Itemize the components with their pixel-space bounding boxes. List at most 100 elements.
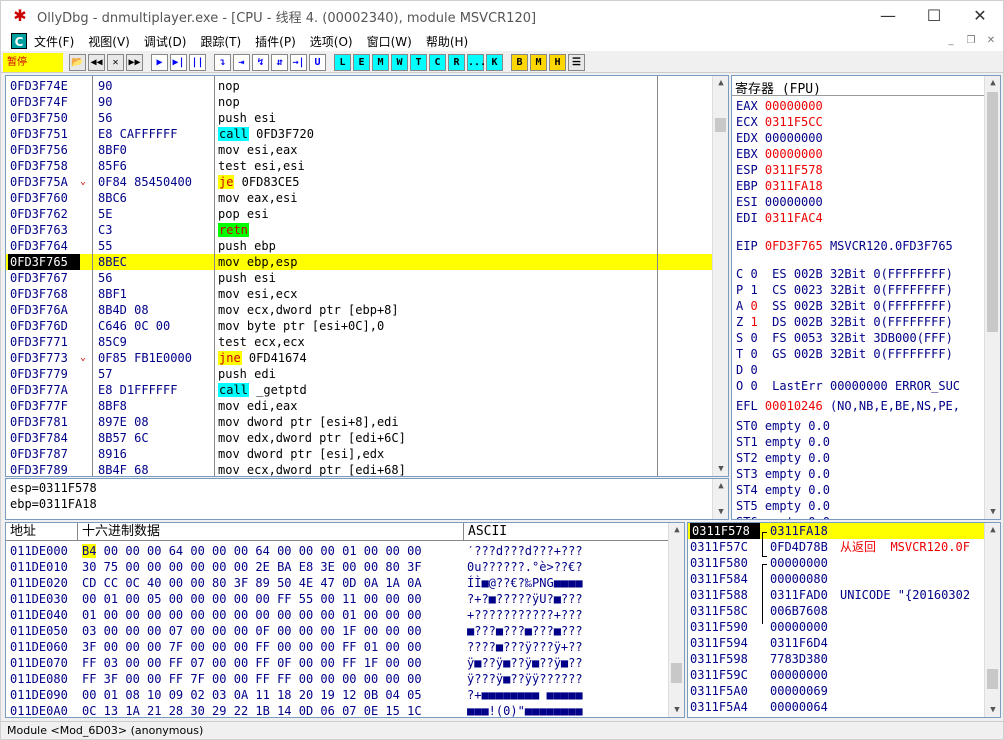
call-stack-window-button[interactable]: K — [486, 53, 503, 71]
breakpoints-window-button[interactable]: B — [511, 53, 528, 71]
pause-button[interactable]: || — [189, 53, 206, 71]
close-button[interactable]: ✕ — [957, 1, 1003, 31]
register-row[interactable]: EAX 00000000 — [736, 98, 823, 114]
run-trace-window-button[interactable]: ... — [467, 53, 486, 71]
disasm-row[interactable]: 0FD3F75A ⌄ 0F84 85450400 je 0FD83CE5 — [6, 174, 713, 190]
register-value[interactable]: 00000000 — [765, 131, 823, 145]
register-value[interactable]: 0311FAC4 — [765, 211, 823, 225]
flag-value[interactable]: 0 — [750, 347, 757, 361]
stack-row[interactable]: 0311F580 00000000 — [688, 555, 985, 571]
register-value[interactable]: 00010246 — [765, 399, 823, 413]
disassembly-pane[interactable]: 0FD3F74E 90 nop 0FD3F74F 90 nop 0FD3F750 56 push… — [5, 75, 729, 477]
disasm-row[interactable]: 0FD3F789 8B4F 68 mov ecx,dword ptr [edi+68… — [6, 462, 713, 476]
register-value[interactable]: 00000000 — [765, 195, 823, 209]
dump-ascii-header[interactable]: ASCII — [464, 523, 669, 541]
flag-value[interactable]: 0 — [750, 267, 757, 281]
stack-top-row[interactable]: 0311F578 0311FA18 — [688, 523, 985, 539]
dump-hex-header[interactable]: 十六进制数据 — [78, 523, 464, 541]
minimize-button[interactable]: — — [865, 1, 911, 31]
flag-row[interactable]: Z 1 DS 002B 32Bit 0(FFFFFFFF) — [736, 314, 953, 330]
disasm-row[interactable]: 0FD3F764 55 push ebp — [6, 238, 713, 254]
disasm-row[interactable]: 0FD3F779 57 push edi — [6, 366, 713, 382]
registers-header[interactable]: 寄存器 (FPU) — [732, 76, 985, 97]
stack-row[interactable]: 0311F590 00000000 — [688, 619, 985, 635]
menu-window[interactable]: 窗口(W) — [367, 33, 412, 50]
cpu-window-icon[interactable]: C — [11, 33, 27, 49]
register-value[interactable]: 0311F578 — [765, 163, 823, 177]
menu-trace[interactable]: 跟踪(T) — [200, 33, 241, 50]
flag-value[interactable]: 1 — [750, 315, 757, 329]
scroll-up-arrow-icon[interactable]: ▲ — [713, 76, 728, 90]
register-value[interactable]: 00000000 — [765, 99, 823, 113]
disasm-row[interactable]: 0FD3F77F 8BF8 mov edi,eax — [6, 398, 713, 414]
stack-row[interactable]: 0311F5A0 00000069 — [688, 683, 985, 699]
executables-window-button[interactable]: E — [353, 53, 370, 71]
terminate-button[interactable]: ✕ — [107, 53, 124, 71]
disasm-row[interactable]: 0FD3F750 56 push esi — [6, 110, 713, 126]
disasm-row[interactable]: 0FD3F771 85C9 test ecx,ecx — [6, 334, 713, 350]
restart-button[interactable]: ◀◀ — [88, 53, 105, 71]
flag-row[interactable]: O 0 LastErr 00000000 ERROR_SUC — [736, 378, 967, 394]
scroll-thumb[interactable] — [715, 118, 726, 132]
fpu-row[interactable]: ST0 empty 0.0 — [736, 418, 830, 434]
windows-window-button[interactable]: W — [391, 53, 408, 71]
menu-plugins[interactable]: 插件(P) — [255, 33, 296, 50]
execute-till-return-button[interactable]: →| — [290, 53, 307, 71]
stack-row[interactable]: 0311F5A4 00000064 — [688, 699, 985, 715]
flag-row[interactable]: P 1 CS 0023 32Bit 0(FFFFFFFF) — [736, 282, 953, 298]
list-icon[interactable]: ☰ — [568, 53, 585, 71]
fpu-row[interactable]: ST6 empty 0.0 — [736, 514, 830, 519]
register-row[interactable]: EDI 0311FAC4 — [736, 210, 823, 226]
register-value[interactable]: 00000000 — [765, 147, 823, 161]
flag-value[interactable]: 0 — [750, 379, 757, 393]
dump-address-header[interactable]: 地址 — [6, 523, 78, 541]
threads-window-button[interactable]: T — [410, 53, 427, 71]
flag-row[interactable]: D 0 — [736, 362, 794, 378]
stack-row[interactable]: 0311F59C 00000000 — [688, 667, 985, 683]
stack-row[interactable]: 0311F594 0311F6D4 — [688, 635, 985, 651]
stack-row[interactable]: 0311F58C 006B7608 — [688, 603, 985, 619]
register-value[interactable]: 0311FA18 — [765, 179, 823, 193]
register-row[interactable]: EDX 00000000 — [736, 130, 823, 146]
stack-row[interactable]: 0311F588 0311FAD0 UNICODE "{20160302 — [688, 587, 985, 603]
disasm-row[interactable]: 0FD3F751 E8 CAFFFFFF call 0FD3F720 — [6, 126, 713, 142]
flag-value[interactable]: 0 — [750, 363, 757, 377]
register-row[interactable]: EBX 00000000 — [736, 146, 823, 162]
disasm-row[interactable]: 0FD3F768 8BF1 mov esi,ecx — [6, 286, 713, 302]
stack-pane[interactable]: 0311F578 0311FA18 0311F57C 0FD4D78B 从返回 MSVC… — [687, 522, 1001, 718]
cpu-window-button[interactable]: C — [429, 53, 446, 71]
child-close-button[interactable]: ✕ — [983, 33, 999, 49]
step-over-button[interactable]: ⇥ — [233, 53, 250, 71]
flag-row[interactable]: T 0 GS 002B 32Bit 0(FFFFFFFF) — [736, 346, 953, 362]
flag-row[interactable]: S 0 FS 0053 32Bit 3DB000(FFF) — [736, 330, 953, 346]
child-minimize-button[interactable]: _ — [943, 33, 959, 49]
disasm-row[interactable]: 0FD3F767 56 push esi — [6, 270, 713, 286]
child-restore-button[interactable]: ❐ — [963, 33, 979, 49]
menu-help[interactable]: 帮助(H) — [426, 33, 468, 50]
registers-pane[interactable]: 寄存器 (FPU) EAX 00000000 ECX 0311F5CC EDX 00… — [731, 75, 1001, 520]
dump-selected-byte[interactable]: B4 — [82, 544, 97, 558]
menu-file[interactable]: 文件(F) — [34, 33, 74, 50]
disasm-row[interactable]: 0FD3F787 8916 mov dword ptr [esi],edx — [6, 446, 713, 462]
disasm-row[interactable]: 0FD3F756 8BF0 mov esi,eax — [6, 142, 713, 158]
disasm-row[interactable]: 0FD3F762 5E pop esi — [6, 206, 713, 222]
current-instruction-row[interactable]: 0FD3F765 8BEC mov ebp,esp — [6, 254, 713, 270]
execute-till-user-code-button[interactable]: U — [309, 53, 326, 71]
stack-row[interactable]: 0311F598 7783D380 — [688, 651, 985, 667]
forward-button[interactable]: ▶▶ — [126, 53, 143, 71]
disasm-row[interactable]: 0FD3F781 897E 08 mov dword ptr [esi+8],edi — [6, 414, 713, 430]
flag-row[interactable]: C 0 ES 002B 32Bit 0(FFFFFFFF) — [736, 266, 953, 282]
menu-options[interactable]: 选项(O) — [310, 33, 353, 50]
disasm-row[interactable]: 0FD3F76A 8B4D 08 mov ecx,dword ptr [ebp+8] — [6, 302, 713, 318]
fpu-row[interactable]: ST3 empty 0.0 — [736, 466, 830, 482]
disasm-row[interactable]: 0FD3F74E 90 nop — [6, 78, 713, 94]
references-window-button[interactable]: R — [448, 53, 465, 71]
maximize-button[interactable]: ☐ — [911, 1, 957, 31]
register-row[interactable]: EBP 0311FA18 — [736, 178, 823, 194]
fpu-row[interactable]: ST5 empty 0.0 — [736, 498, 830, 514]
register-row[interactable]: ECX 0311F5CC — [736, 114, 823, 130]
stack-row[interactable]: 0311F584 00000080 — [688, 571, 985, 587]
stack-row[interactable]: 0311F57C 0FD4D78B 从返回 MSVCR120.0F — [688, 539, 985, 555]
scroll-down-arrow-icon[interactable]: ▼ — [713, 462, 728, 476]
disasm-row[interactable]: 0FD3F773 ⌄ 0F85 FB1E0000 jne 0FD41674 — [6, 350, 713, 366]
